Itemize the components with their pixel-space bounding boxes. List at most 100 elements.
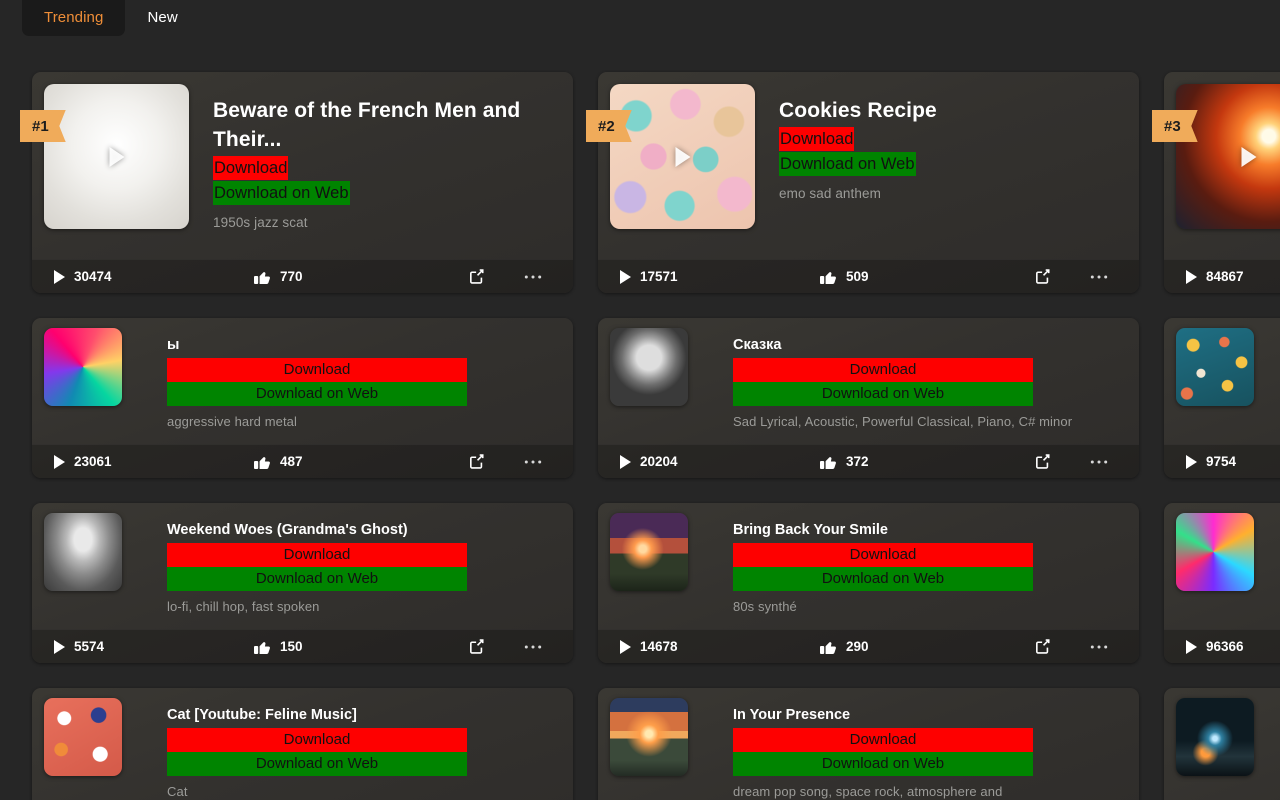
like-count[interactable]: 372 xyxy=(820,454,1020,470)
download-on-web-button[interactable]: Download on Web xyxy=(733,382,1033,406)
tab-trending[interactable]: Trending xyxy=(22,0,126,36)
download-button[interactable]: Download xyxy=(779,127,855,151)
thumbs-up-icon xyxy=(820,454,837,470)
card-body: Cookies Recipe Download Download on Web emo… xyxy=(598,72,1139,229)
more-options-button[interactable] xyxy=(1077,644,1121,650)
share-button[interactable] xyxy=(454,638,498,655)
play-count[interactable]: 30474 xyxy=(54,269,254,284)
like-count[interactable]: 770 xyxy=(254,269,454,285)
track-artwork[interactable] xyxy=(44,513,122,591)
download-on-web-button[interactable]: Download on Web xyxy=(733,752,1033,776)
track-card[interactable]: #2 Cookies Recipe Download Download on Web e… xyxy=(586,72,1139,293)
track-card[interactable]: #1 Beware of the French Men and Their... D… xyxy=(20,72,573,293)
more-options-button[interactable] xyxy=(511,274,555,280)
download-button[interactable]: Download xyxy=(733,728,1033,752)
play-count-value: 23061 xyxy=(74,454,112,469)
track-card[interactable]: Сказка Download Download on Web Sad Lyrical… xyxy=(598,318,1139,478)
like-count[interactable]: 150 xyxy=(254,639,454,655)
like-count[interactable]: 487 xyxy=(254,454,454,470)
track-card[interactable]: #3DownloadDownload on Web 84867 xyxy=(1152,72,1280,293)
card-stat-bar: 17571 509 xyxy=(598,259,1139,293)
play-count[interactable]: 17571 xyxy=(620,269,820,284)
play-count-value: 14678 xyxy=(640,639,678,654)
track-card[interactable]: Cat [Youtube: Feline Music] Download Downl… xyxy=(32,688,573,800)
play-count[interactable]: 9754 xyxy=(1186,454,1280,469)
share-button[interactable] xyxy=(454,268,498,285)
track-tags: 80s synthé xyxy=(733,599,797,614)
track-artwork[interactable] xyxy=(1176,698,1254,776)
play-icon xyxy=(1186,639,1197,654)
card-stat-bar: 5574 150 xyxy=(32,629,573,663)
download-button[interactable]: Download xyxy=(733,358,1033,382)
play-icon xyxy=(54,454,65,469)
track-artwork[interactable] xyxy=(610,328,688,406)
share-button[interactable] xyxy=(454,453,498,470)
track-card[interactable]: In Your Presence Download Download on Web d… xyxy=(598,688,1139,800)
download-button[interactable]: Download xyxy=(213,156,289,180)
download-button[interactable]: Download xyxy=(733,543,1033,567)
download-button[interactable]: Download xyxy=(167,543,467,567)
track-tags: Cat xyxy=(167,784,188,799)
download-on-web-button[interactable]: Download on Web xyxy=(779,152,916,176)
download-button[interactable]: Download xyxy=(167,728,467,752)
card-body: Сказка Download Download on Web Sad Lyrical… xyxy=(598,318,1139,431)
download-on-web-button[interactable]: Download on Web xyxy=(733,567,1033,591)
track-card[interactable]: 🦆DownloadDownload on Webdeu 9754 xyxy=(1164,318,1280,478)
track-tags: dream pop song, space rock, atmosphere a… xyxy=(733,784,1003,799)
share-icon xyxy=(1034,268,1051,285)
play-count[interactable]: 14678 xyxy=(620,639,820,654)
more-options-button[interactable] xyxy=(511,644,555,650)
more-options-icon xyxy=(1090,459,1108,465)
track-artwork[interactable] xyxy=(44,698,122,776)
track-artwork[interactable] xyxy=(44,328,122,406)
track-tags: 1950s jazz scat xyxy=(213,215,308,230)
more-options-button[interactable] xyxy=(1077,459,1121,465)
track-artwork[interactable] xyxy=(1176,84,1280,229)
share-button[interactable] xyxy=(1020,268,1064,285)
more-options-button[interactable] xyxy=(511,459,555,465)
track-card[interactable]: ы Download Download on Web aggressive hard … xyxy=(32,318,573,478)
share-button[interactable] xyxy=(1020,453,1064,470)
card-body: TesDownloadDownload on WebFem Elec xyxy=(1164,503,1280,616)
track-artwork[interactable] xyxy=(1176,328,1254,406)
track-card[interactable]: TesDownloadDownload on WebFem Elec 96366 xyxy=(1164,503,1280,663)
download-on-web-button[interactable]: Download on Web xyxy=(167,752,467,776)
play-overlay-icon[interactable] xyxy=(1241,146,1256,167)
play-count[interactable]: 20204 xyxy=(620,454,820,469)
track-info: Cat [Youtube: Feline Music] Download Downl… xyxy=(122,698,561,800)
track-info: Cookies Recipe Download Download on Web emo… xyxy=(755,84,1127,229)
track-artwork[interactable] xyxy=(610,84,755,229)
track-title: Weekend Woes (Grandma's Ghost) xyxy=(167,522,408,538)
play-count[interactable]: 96366 xyxy=(1186,639,1280,654)
like-count[interactable]: 290 xyxy=(820,639,1020,655)
share-button[interactable] xyxy=(1020,638,1064,655)
track-card[interactable]: HeDownloadDownload on Webelec xyxy=(1164,688,1280,800)
more-options-button[interactable] xyxy=(1077,274,1121,280)
like-count[interactable]: 509 xyxy=(820,269,1020,285)
tab-new[interactable]: New xyxy=(125,0,199,36)
like-count-value: 290 xyxy=(846,639,869,654)
card-body: HeDownloadDownload on Webelec xyxy=(1164,688,1280,800)
download-button[interactable]: Download xyxy=(167,358,467,382)
track-artwork[interactable] xyxy=(44,84,189,229)
card-stat-bar: 20204 372 xyxy=(598,444,1139,478)
play-count[interactable]: 23061 xyxy=(54,454,254,469)
download-on-web-button[interactable]: Download on Web xyxy=(167,567,467,591)
play-overlay-icon[interactable] xyxy=(675,146,690,167)
play-overlay-icon[interactable] xyxy=(109,146,124,167)
more-options-icon xyxy=(1090,644,1108,650)
track-artwork[interactable] xyxy=(1176,513,1254,591)
track-card[interactable]: Weekend Woes (Grandma's Ghost) Download Do… xyxy=(32,503,573,663)
card-stat-bar: 84867 xyxy=(1164,259,1280,293)
track-card[interactable]: Bring Back Your Smile Download Download on… xyxy=(598,503,1139,663)
download-web-row: Download on Web xyxy=(779,152,1127,176)
track-artwork[interactable] xyxy=(610,513,688,591)
track-artwork[interactable] xyxy=(610,698,688,776)
download-web-row: Download on Web xyxy=(733,567,1127,591)
track-info: HeDownloadDownload on Webelec xyxy=(1254,698,1280,800)
download-on-web-button[interactable]: Download on Web xyxy=(167,382,467,406)
play-count[interactable]: 5574 xyxy=(54,639,254,654)
download-web-row: Download on Web xyxy=(167,567,561,591)
play-count[interactable]: 84867 xyxy=(1186,269,1280,284)
download-on-web-button[interactable]: Download on Web xyxy=(213,181,350,205)
